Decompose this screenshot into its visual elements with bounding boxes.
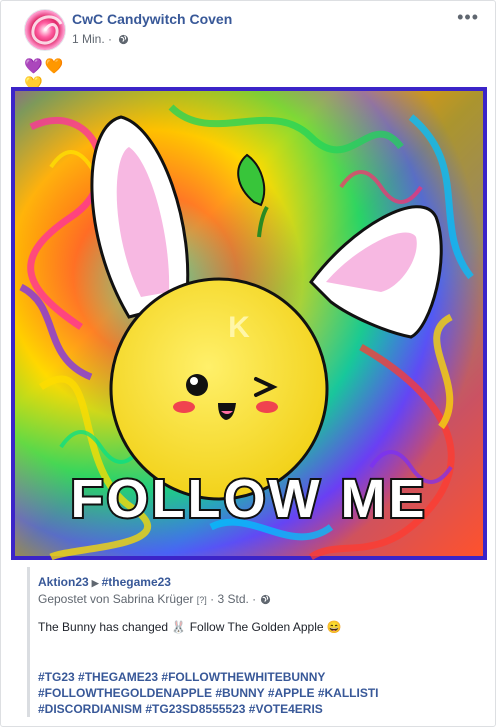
follow-me-text: FOLLOW ME <box>71 469 428 529</box>
source-group-link[interactable]: Aktion23 <box>38 575 89 589</box>
hashtag-link[interactable]: #BUNNY <box>215 686 264 700</box>
hashtag-link[interactable]: #VOTE4ERIS <box>249 702 323 716</box>
hashtag-link[interactable]: #KALLISTI <box>318 686 379 700</box>
page-name-link[interactable]: CwC Candywitch Coven <box>72 11 232 27</box>
meta-separator: · <box>104 32 116 46</box>
shared-header: Aktion23 ▶ #thegame23 <box>38 575 171 589</box>
shared-meta: Gepostet von Sabrina Krüger [?] · 3 Std.… <box>38 592 271 608</box>
post-time[interactable]: 1 Min. <box>72 32 105 46</box>
shared-time[interactable]: · 3 Std. · <box>210 592 256 606</box>
hashtag-link[interactable]: #DISCORDIANISM <box>38 702 142 716</box>
orange-heart: 🧡 <box>44 58 64 75</box>
post-meta: 1 Min. · <box>72 32 129 48</box>
help-link[interactable]: [?] <box>197 595 207 605</box>
globe-icon[interactable] <box>260 594 271 608</box>
hashtag-link[interactable]: #TG23SD8555523 <box>145 702 245 716</box>
post-header: CwC Candywitch Coven 1 Min. · ••• <box>1 1 495 53</box>
globe-icon[interactable] <box>118 34 129 48</box>
hashtag-link[interactable]: #FOLLOWTHEGOLDENAPPLE <box>38 686 212 700</box>
psychedelic-bunny-apple-image: K FOLLOW ME <box>11 87 487 561</box>
shared-text: The Bunny has changed 🐰 Follow The Golde… <box>38 620 342 634</box>
posted-by-text[interactable]: Gepostet von Sabrina Krüger <box>38 592 193 606</box>
arrow-icon: ▶ <box>91 578 99 588</box>
purple-heart: 💜 <box>24 58 43 75</box>
rainbow-swirl-avatar <box>25 10 65 50</box>
apple-letter: K <box>228 311 250 344</box>
more-icon[interactable]: ••• <box>457 7 479 28</box>
hashtag-link[interactable]: #FOLLOWTHEWHITEBUNNY <box>161 670 325 684</box>
page-avatar[interactable] <box>24 9 66 51</box>
post-card: CwC Candywitch Coven 1 Min. · ••• 💜 🧡 💛 <box>0 0 496 727</box>
hashtag-link[interactable]: #THEGAME23 <box>78 670 158 684</box>
target-group-link[interactable]: #thegame23 <box>102 575 171 589</box>
hashtag-list: #TG23 #THEGAME23 #FOLLOWTHEWHITEBUNNY #F… <box>38 669 478 717</box>
hashtag-link[interactable]: #APPLE <box>268 686 315 700</box>
post-image[interactable]: K FOLLOW ME <box>11 87 487 561</box>
hashtag-link[interactable]: #TG23 <box>38 670 75 684</box>
shared-post: Aktion23 ▶ #thegame23 Gepostet von Sabrina… <box>27 567 490 717</box>
